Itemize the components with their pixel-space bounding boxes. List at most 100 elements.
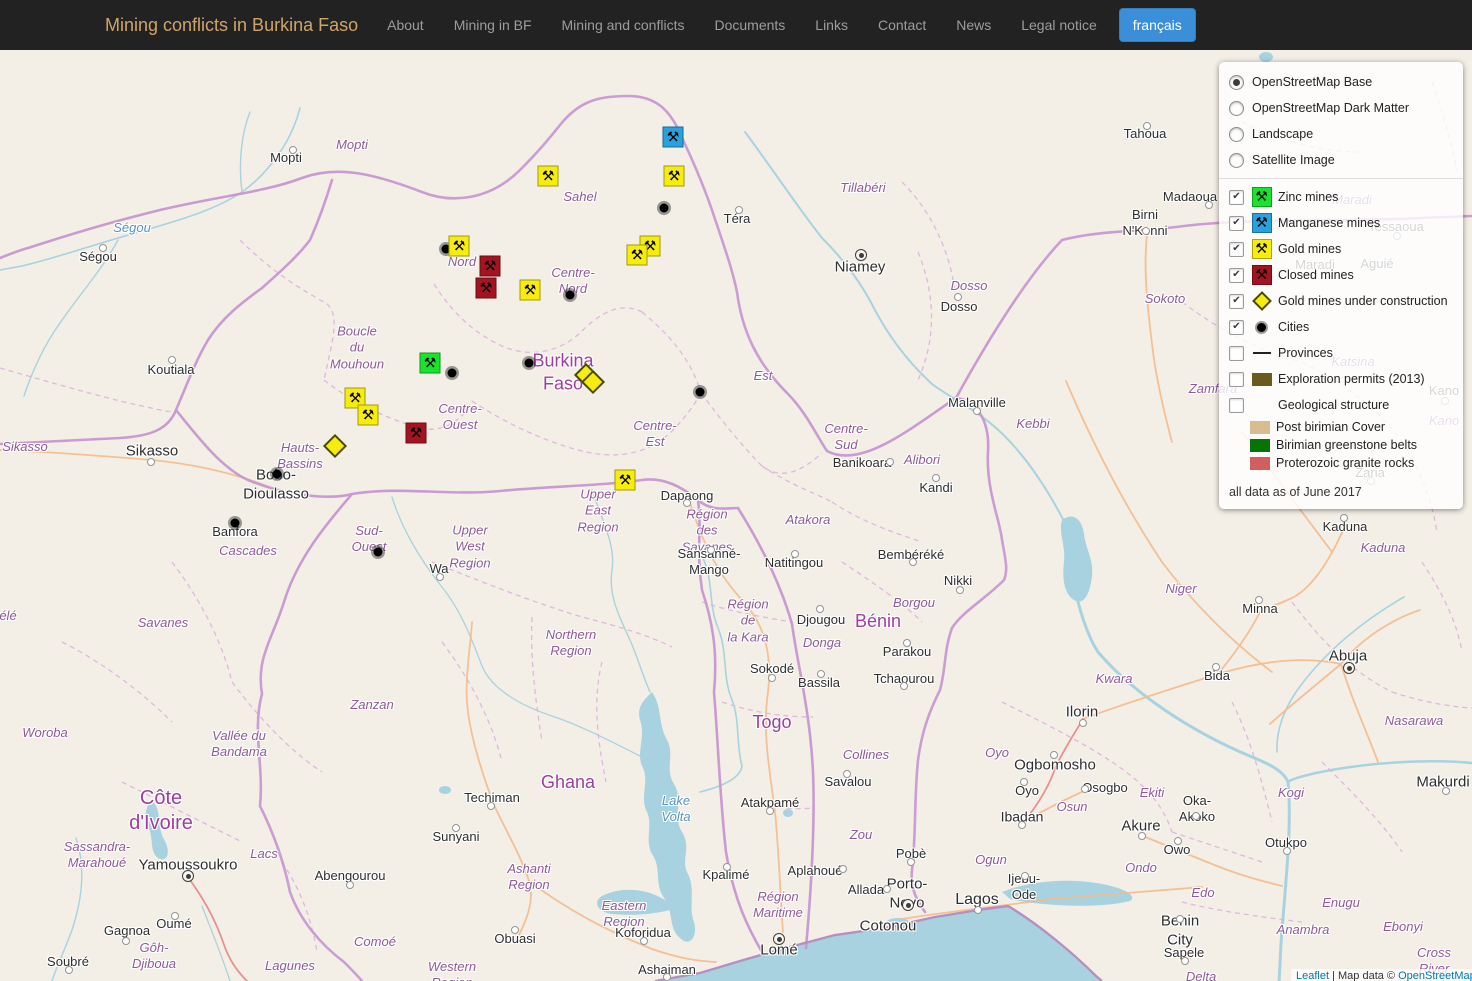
radio-icon[interactable] [1229,101,1244,116]
mine-marker-manganese[interactable]: ⚒ [663,127,684,148]
lake-volta-arm [597,890,670,915]
diamond-legend-icon [1251,291,1272,312]
layers-control-panel[interactable]: OpenStreetMap Base OpenStreetMap Dark Mat… [1219,62,1463,509]
city-marker[interactable] [374,548,383,557]
town-circle [168,356,176,364]
pick-hammer-icon: ⚒ [484,259,497,273]
base-layer-openstreetmap-base[interactable]: OpenStreetMap Base [1229,69,1453,95]
nav-item-links[interactable]: Links [800,1,863,49]
map-canvas[interactable]: Burkina FasoCôte d'IvoireGhanaTogoBéninM… [0,0,1472,981]
mine-marker-gold[interactable]: ⚒ [538,166,559,187]
mine-marker-gold[interactable]: ⚒ [627,245,648,266]
city-marker[interactable] [273,470,282,479]
mine-marker-gold[interactable]: ⚒ [615,470,636,491]
language-button[interactable]: français [1119,8,1196,42]
geology-post-birimian-cover: Post birimian Cover [1229,418,1453,436]
town-circle [1442,787,1450,795]
checkbox-icon[interactable] [1229,346,1244,361]
overlay-gold-mines[interactable]: ⚒Gold mines [1229,236,1453,262]
town-circle [1143,122,1151,130]
overlay-geological-structure[interactable]: Geological structure [1229,392,1453,418]
swatch-icon [1250,421,1270,434]
city-marker[interactable] [448,369,457,378]
geology-label: Proterozoic granite rocks [1276,456,1414,470]
base-layer-satellite-image[interactable]: Satellite Image [1229,147,1453,173]
nav-item-mining-in-bf[interactable]: Mining in BF [439,1,547,49]
overlay-label: Manganese mines [1278,216,1380,230]
overlay-gold-mines-under-construction[interactable]: Gold mines under construction [1229,288,1453,314]
blank-icon [1251,395,1272,416]
osm-link[interactable]: OpenStreetMap [1398,970,1472,981]
mine-marker-zinc[interactable]: ⚒ [420,353,441,374]
town-circle [1138,832,1146,840]
checkbox-icon[interactable] [1229,190,1244,205]
base-layer-openstreetmap-dark-matter[interactable]: OpenStreetMap Dark Matter [1229,95,1453,121]
overlay-label: Gold mines under construction [1278,294,1448,308]
mine-marker-closed[interactable]: ⚒ [476,278,497,299]
nav-item-legal-notice[interactable]: Legal notice [1006,1,1112,49]
town-circle [735,206,743,214]
base-layer-label: Satellite Image [1252,153,1335,167]
nav-item-contact[interactable]: Contact [863,1,941,49]
base-layer-landscape[interactable]: Landscape [1229,121,1453,147]
town-circle [452,824,460,832]
city-marker[interactable] [525,359,534,368]
overlay-label: Zinc mines [1278,190,1338,204]
base-layer-label: OpenStreetMap Base [1252,75,1372,89]
checkbox-icon[interactable] [1229,372,1244,387]
overlay-cities[interactable]: Cities [1229,314,1453,340]
checkbox-icon[interactable] [1229,216,1244,231]
city-marker[interactable] [231,519,240,528]
overlay-exploration-permits-2013[interactable]: Exploration permits (2013) [1229,366,1453,392]
mine-marker-closed[interactable]: ⚒ [406,423,427,444]
town-circle [1021,872,1029,880]
checkbox-icon[interactable] [1229,242,1244,257]
checkbox-icon[interactable] [1229,398,1244,413]
mine-marker-gold[interactable]: ⚒ [358,405,379,426]
town-circle [1255,596,1263,604]
overlay-provinces[interactable]: Provinces [1229,340,1453,366]
radio-icon[interactable] [1229,127,1244,142]
radio-icon[interactable] [1229,153,1244,168]
overlay-label: Gold mines [1278,242,1341,256]
town-circle [1176,915,1184,923]
mine-legend-icon: ⚒ [1251,187,1272,208]
city-marker[interactable] [696,388,705,397]
base-layers-list: OpenStreetMap Base OpenStreetMap Dark Mat… [1229,69,1453,173]
city-marker[interactable] [566,291,575,300]
nav-item-news[interactable]: News [941,1,1006,49]
town-circle [147,458,155,466]
diamond-icon [1252,291,1272,311]
nav-item-about[interactable]: About [372,1,439,49]
pick-hammer-icon: ⚒ [631,248,644,262]
base-layer-label: Landscape [1252,127,1313,141]
checkbox-icon[interactable] [1229,294,1244,309]
town-circle [974,906,982,914]
swatch-icon [1252,373,1272,386]
capital-icon [1343,662,1355,674]
town-circle [1340,514,1348,522]
pick-hammer-icon: ⚒ [542,169,555,183]
pick-hammer-icon: ⚒ [667,130,680,144]
capital-icon [855,249,867,261]
mine-marker-closed[interactable]: ⚒ [480,256,501,277]
nav-item-documents[interactable]: Documents [699,1,800,49]
city-marker[interactable] [660,204,669,213]
leaflet-link[interactable]: Leaflet [1296,970,1329,981]
radio-icon[interactable] [1229,75,1244,90]
pick-hammer-icon: ⚒ [349,391,362,405]
overlay-zinc-mines[interactable]: ⚒ Zinc mines [1229,184,1453,210]
mine-marker-gold[interactable]: ⚒ [664,166,685,187]
town-circle [903,639,911,647]
mine-marker-gold[interactable]: ⚒ [449,236,470,257]
nav-item-mining-and-conflicts[interactable]: Mining and conflicts [547,1,700,49]
mine-marker-gold[interactable]: ⚒ [520,280,541,301]
base-layer-label: OpenStreetMap Dark Matter [1252,101,1409,115]
checkbox-icon[interactable] [1229,268,1244,283]
checkbox-icon[interactable] [1229,320,1244,335]
town-circle [122,937,130,945]
overlay-label: Geological structure [1278,398,1389,412]
overlay-closed-mines[interactable]: ⚒Closed mines [1229,262,1453,288]
overlay-manganese-mines[interactable]: ⚒ Manganese mines [1229,210,1453,236]
pick-hammer-icon: ⚒ [1252,213,1272,233]
